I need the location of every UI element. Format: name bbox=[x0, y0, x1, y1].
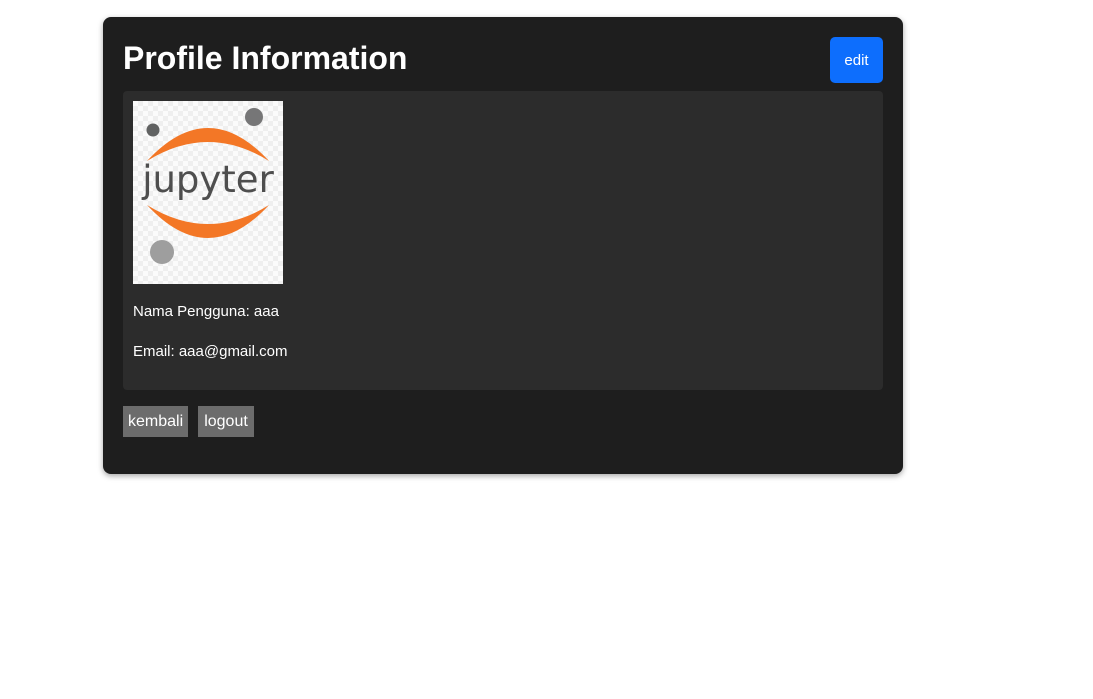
page-title: Profile Information bbox=[123, 40, 408, 76]
back-button[interactable]: kembali bbox=[123, 406, 188, 437]
profile-card: Profile Information edit jupyter Nama Pe… bbox=[103, 17, 903, 474]
avatar: jupyter bbox=[133, 101, 283, 284]
username-text: Nama Pengguna: aaa bbox=[133, 303, 279, 320]
logout-button[interactable]: logout bbox=[198, 406, 254, 437]
email-text: Email: aaa@gmail.com bbox=[133, 343, 288, 360]
jupyter-logo-icon: jupyter bbox=[141, 108, 275, 264]
profile-details-panel: jupyter Nama Pengguna: aaa Email: aaa@gm… bbox=[123, 91, 883, 390]
svg-text:jupyter: jupyter bbox=[141, 158, 274, 201]
edit-button[interactable]: edit bbox=[830, 37, 883, 83]
